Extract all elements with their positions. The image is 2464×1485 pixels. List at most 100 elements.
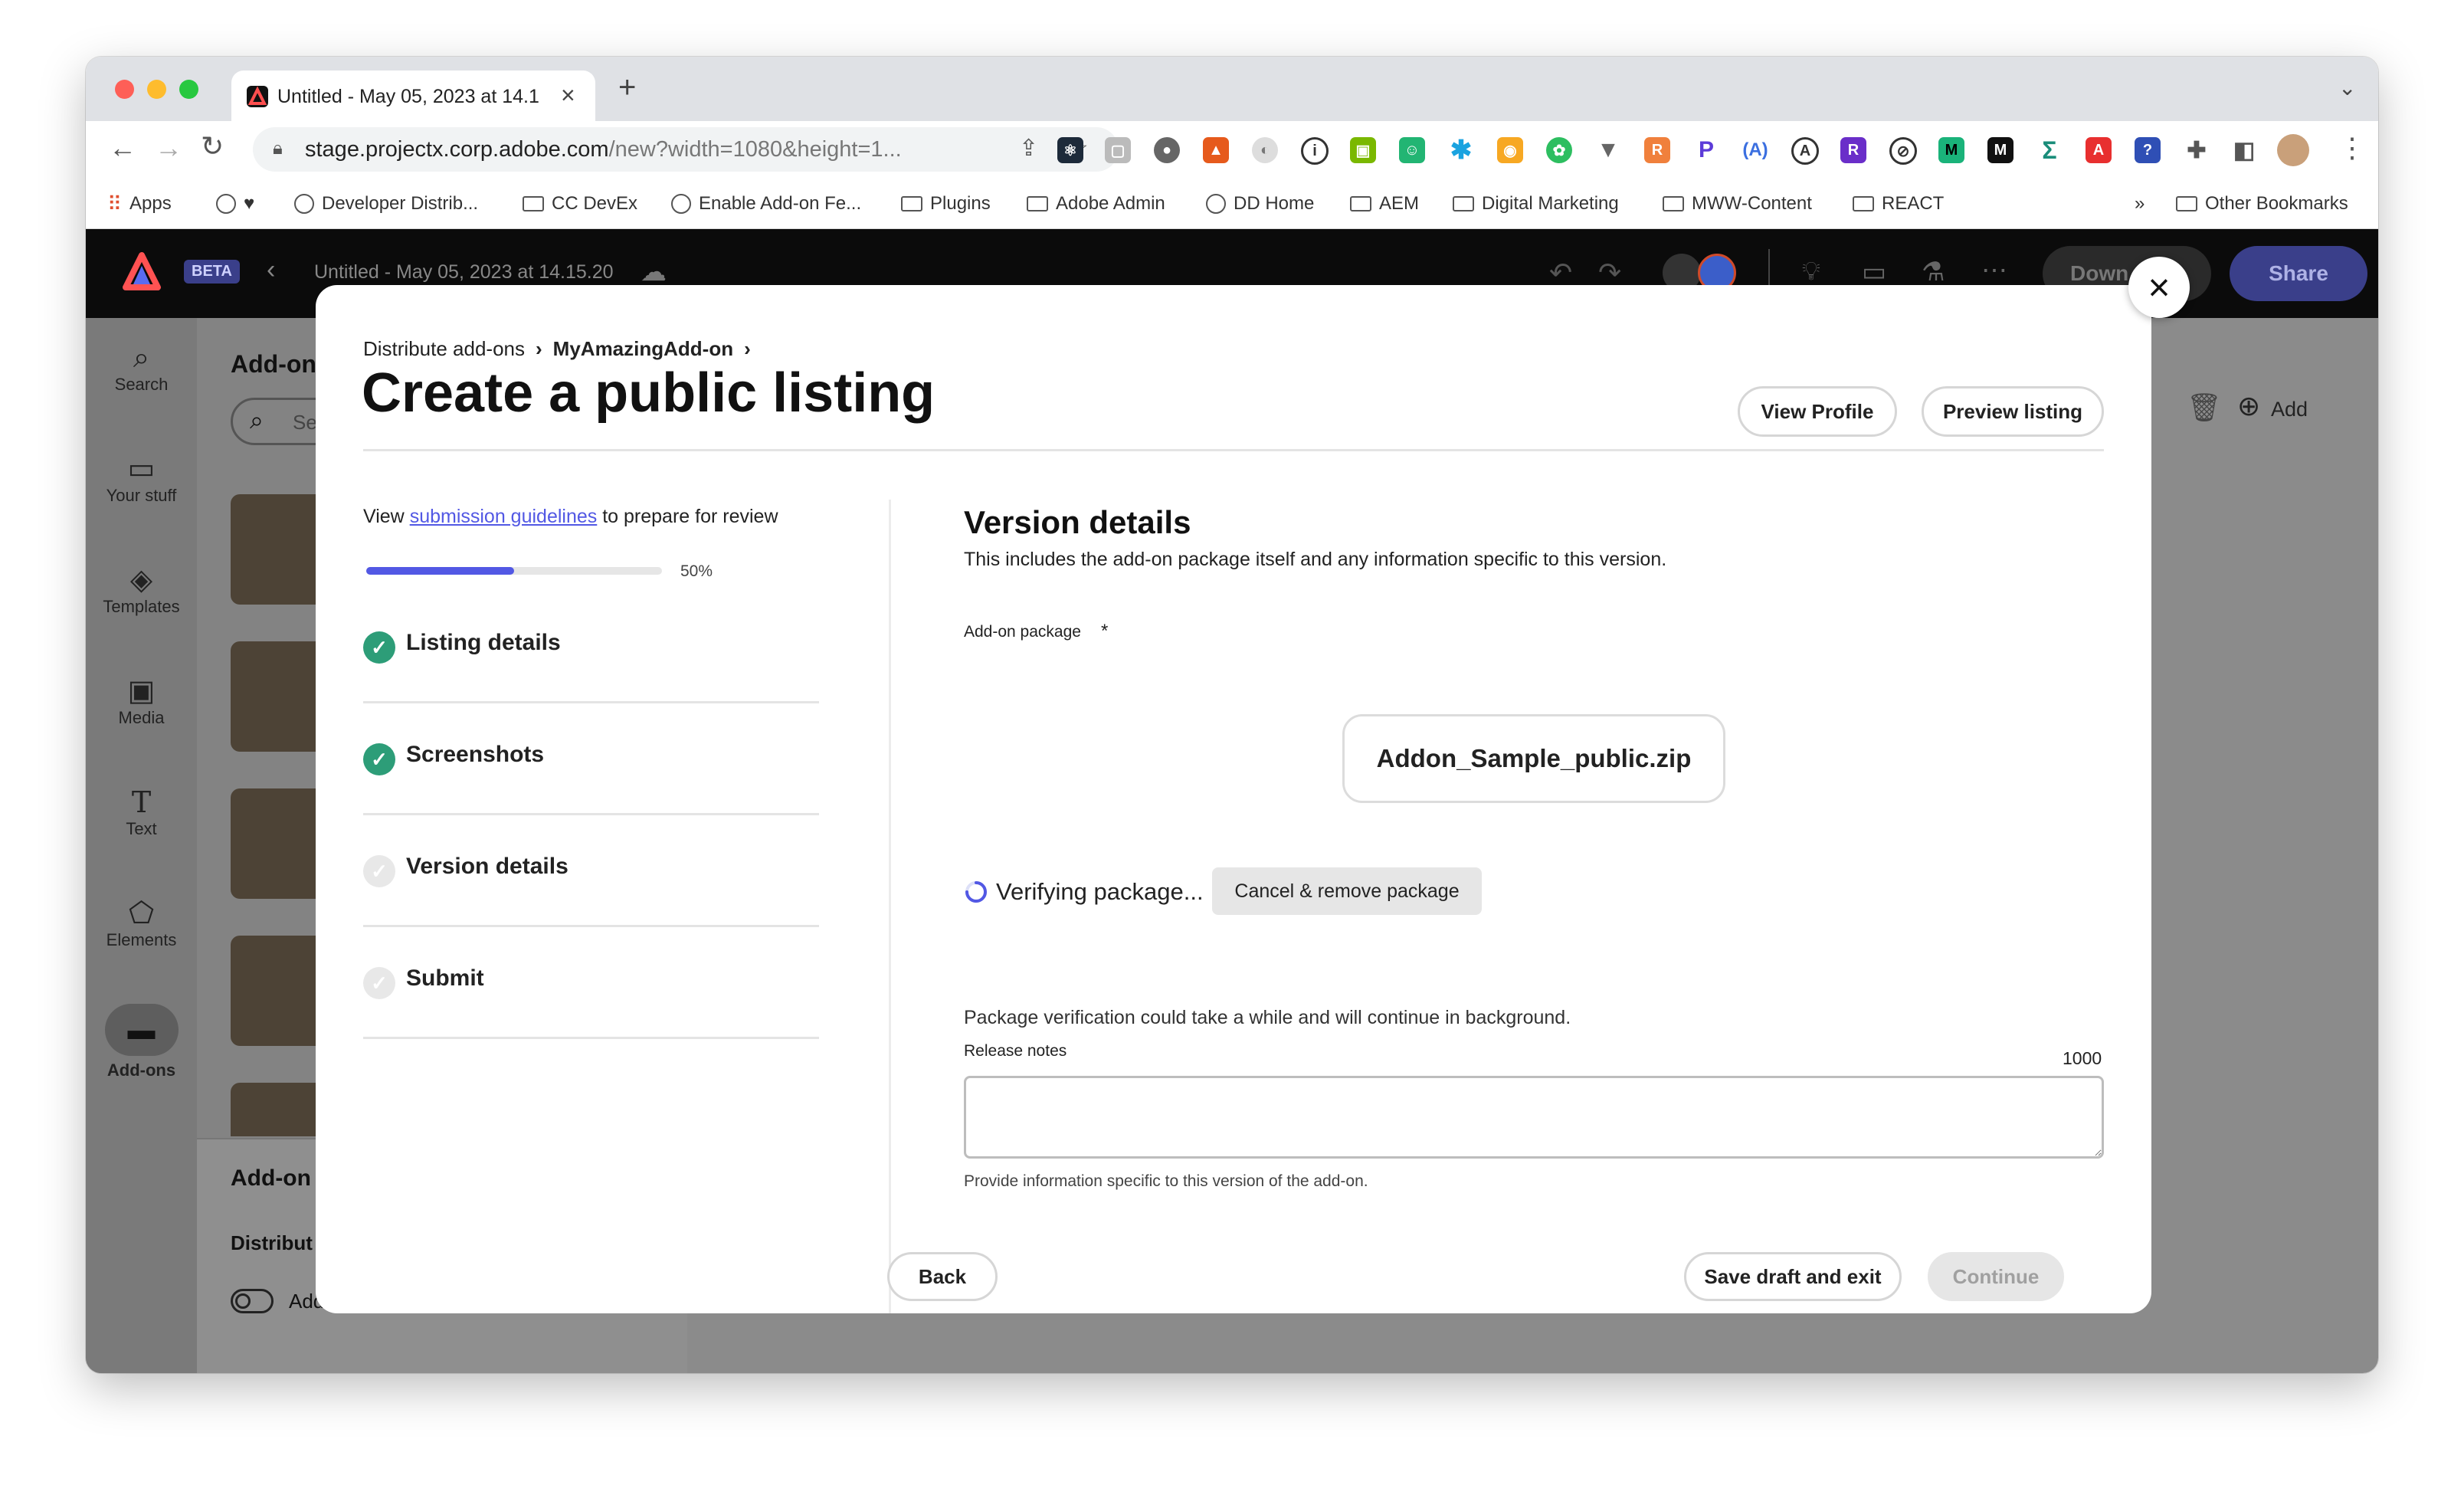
rail-media[interactable]: ▣ Media xyxy=(86,674,197,728)
submission-guidelines-link[interactable]: submission guidelines xyxy=(410,506,598,527)
view-profile-button[interactable]: View Profile xyxy=(1738,386,1897,437)
extensions-puzzle-icon[interactable]: ✚ xyxy=(2184,137,2210,163)
bookmark-globe[interactable]: ♥ xyxy=(216,179,254,228)
bookmark-enable-addon[interactable]: Enable Add-on Fe... xyxy=(671,179,861,228)
step-submit[interactable]: ✓ Submit xyxy=(363,927,819,1039)
extension-a-icon[interactable]: (A) xyxy=(1742,137,1768,163)
save-draft-button[interactable]: Save draft and exit xyxy=(1684,1252,1902,1301)
extension-p-icon[interactable]: P xyxy=(1693,137,1719,163)
bookmarks-overflow[interactable]: » xyxy=(2135,179,2145,228)
extension-shield-icon[interactable]: ? xyxy=(2135,137,2161,163)
continue-button[interactable]: Continue xyxy=(1928,1252,2064,1301)
progress-fill xyxy=(366,567,514,575)
profile-avatar[interactable] xyxy=(2277,134,2309,166)
close-tab-icon[interactable]: × xyxy=(561,81,575,110)
add-button[interactable]: Add xyxy=(2271,398,2308,421)
rss-icon[interactable]: ◉ xyxy=(1497,137,1523,163)
bookmark-dd-home[interactable]: DD Home xyxy=(1206,179,1314,228)
extension-blocked-icon[interactable]: ⊘ xyxy=(1889,137,1917,165)
folder-icon xyxy=(2176,196,2197,211)
android-icon[interactable]: ▣ xyxy=(1350,137,1376,163)
extension-chat-icon[interactable]: ▢ xyxy=(1105,137,1131,163)
undo-icon[interactable]: ↶ xyxy=(1549,257,1572,289)
side-panel-icon[interactable]: ◧ xyxy=(2231,137,2257,163)
medium-icon[interactable]: M xyxy=(1987,137,2013,163)
extension-a-circle-icon[interactable]: A xyxy=(1791,137,1819,165)
extension-circle-icon[interactable]: ◐ xyxy=(1252,137,1278,163)
url-path: /new?width=1080&height=1... xyxy=(608,137,902,162)
bookmark-aem[interactable]: AEM xyxy=(1350,179,1419,228)
adobe-acrobat-icon[interactable]: A xyxy=(2086,137,2112,163)
cancel-remove-package-button[interactable]: Cancel & remove package xyxy=(1212,867,1482,915)
reload-icon[interactable]: ↻ xyxy=(201,130,224,162)
comment-icon[interactable]: ▭ xyxy=(1862,257,1886,287)
bookmark-plugins[interactable]: Plugins xyxy=(901,179,991,228)
rail-search[interactable]: ⌕ Search xyxy=(86,341,197,395)
bookmark-digital-marketing[interactable]: Digital Marketing xyxy=(1453,179,1619,228)
close-modal-button[interactable]: × xyxy=(2128,257,2190,318)
maximize-window-button[interactable] xyxy=(179,80,198,99)
flask-icon[interactable]: ⚗ xyxy=(1922,257,1945,287)
close-window-button[interactable] xyxy=(115,80,134,99)
release-notes-helper: Provide information specific to this ver… xyxy=(964,1172,1368,1190)
extension-square-icon[interactable]: ☺ xyxy=(1399,137,1425,163)
step-version-details[interactable]: ✓ Version details xyxy=(363,815,819,927)
extension-asterisk-icon[interactable]: ✱ xyxy=(1448,136,1474,165)
share-button[interactable]: Share xyxy=(2230,246,2367,301)
browser-menu-icon[interactable]: ⋮ xyxy=(2338,132,2366,164)
release-notes-textarea[interactable] xyxy=(964,1076,2104,1159)
bookmark-other[interactable]: Other Bookmarks xyxy=(2176,179,2348,228)
breadcrumb-root[interactable]: Distribute add-ons xyxy=(363,337,525,361)
folder-icon xyxy=(1350,196,1371,211)
bookmark-react[interactable]: REACT xyxy=(1853,179,1944,228)
bookmark-adobe-admin[interactable]: Adobe Admin xyxy=(1027,179,1165,228)
media-icon: ▣ xyxy=(127,675,156,707)
extension-info-icon[interactable]: i xyxy=(1301,137,1329,165)
back-button[interactable]: Back xyxy=(887,1252,998,1301)
rail-your-stuff[interactable]: ▭ Your stuff xyxy=(86,452,197,506)
delete-icon[interactable]: 🗑︎ xyxy=(2187,392,2222,424)
addon-testing-toggle[interactable] xyxy=(231,1289,274,1313)
react-devtools-icon[interactable]: ⚛ xyxy=(1057,137,1083,163)
step-screenshots[interactable]: ✓ Screenshots xyxy=(363,703,819,815)
evernote-icon[interactable]: ✿ xyxy=(1546,137,1572,163)
browser-tab[interactable]: Untitled - May 05, 2023 at 14.1 × xyxy=(231,70,595,121)
forward-nav-icon[interactable]: → xyxy=(155,132,182,164)
back-nav-icon[interactable]: ← xyxy=(109,132,136,164)
bookmark-developer-distrib[interactable]: Developer Distrib... xyxy=(294,179,478,228)
app-back-chevron-icon[interactable]: ‹ xyxy=(267,255,275,285)
extension-lock-icon[interactable]: ▲ xyxy=(1203,137,1229,163)
document-title[interactable]: Untitled - May 05, 2023 at 14.15.20 xyxy=(314,261,614,284)
extension-k-icon[interactable]: R xyxy=(1840,137,1866,163)
folder-icon xyxy=(1853,196,1874,211)
share-page-icon[interactable]: ⇪ xyxy=(1019,135,1038,162)
lightbulb-icon[interactable]: 💡︎ xyxy=(1802,257,1820,287)
bookmark-mww-content[interactable]: MWW-Content xyxy=(1663,179,1812,228)
rail-add-ons[interactable]: ▬ Add-ons xyxy=(86,1004,197,1080)
address-bar[interactable]: 🔒︎ stage.projectx.corp.adobe.com/new?wid… xyxy=(253,127,1119,172)
tab-search-chevron-icon[interactable]: ⌄ xyxy=(2338,75,2356,100)
globe-icon xyxy=(294,194,314,214)
sigma-icon[interactable]: Σ xyxy=(2036,136,2063,164)
minimize-window-button[interactable] xyxy=(147,80,166,99)
section-description: This includes the add-on package itself … xyxy=(964,549,1667,570)
rail-templates[interactable]: ◈ Templates xyxy=(86,563,197,617)
rail-elements[interactable]: ⬠ Elements xyxy=(86,897,197,950)
text-icon: T xyxy=(131,785,152,819)
breadcrumb-current[interactable]: MyAmazingAdd-on xyxy=(553,337,733,361)
extension-user-icon[interactable]: ● xyxy=(1154,137,1180,163)
extension-r-icon[interactable]: R xyxy=(1644,137,1670,163)
preview-listing-button[interactable]: Preview listing xyxy=(1922,386,2104,437)
bookmark-cc-devex[interactable]: CC DevEx xyxy=(523,179,637,228)
progress-percent: 50% xyxy=(680,562,713,580)
rail-text[interactable]: T Text xyxy=(86,785,197,839)
extension-m-icon[interactable]: M xyxy=(1938,137,1964,163)
more-options-icon[interactable]: ⋯ xyxy=(1981,255,2007,286)
new-tab-button[interactable]: + xyxy=(618,70,636,105)
extension-v-icon[interactable]: ▼ xyxy=(1595,137,1621,163)
adobe-express-logo-icon xyxy=(123,252,161,290)
bookmark-apps[interactable]: ⠿ Apps xyxy=(107,179,172,228)
step-listing-details[interactable]: ✓ Listing details xyxy=(363,592,819,703)
add-circle-icon[interactable]: ⊕ xyxy=(2237,390,2260,422)
redo-icon[interactable]: ↷ xyxy=(1598,257,1621,289)
